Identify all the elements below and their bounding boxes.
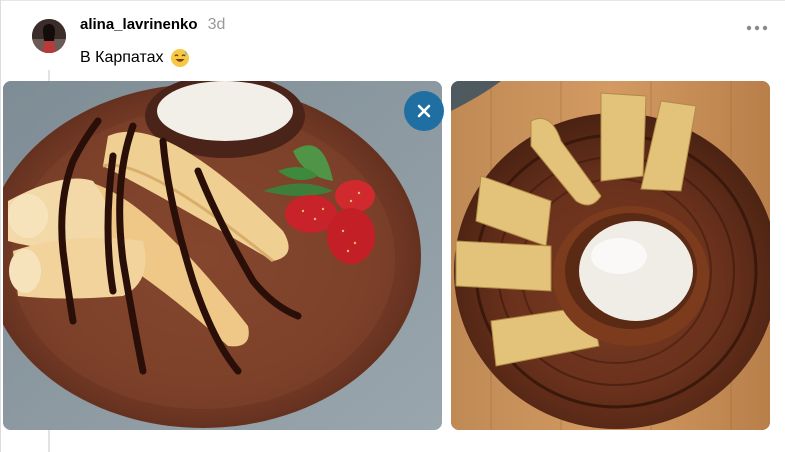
avatar[interactable] (32, 19, 66, 53)
emoji-icon (170, 48, 190, 68)
username[interactable]: alina_lavrinenko (80, 16, 198, 33)
close-button[interactable] (404, 91, 444, 131)
post-time[interactable]: 3d (208, 16, 226, 34)
pancakes-chocolate-photo[interactable] (3, 81, 442, 430)
post-header: alina_lavrinenko 3d (80, 16, 225, 38)
avatar-image (32, 19, 66, 53)
post-container: alina_lavrinenko 3d В Карпатах (0, 0, 785, 452)
post-caption: В Карпатах (80, 48, 190, 68)
close-icon (417, 104, 431, 118)
left-edge-divider (0, 0, 1, 452)
top-divider (0, 0, 785, 1)
more-horizontal-icon[interactable] (744, 18, 772, 38)
caption-text: В Карпатах (80, 49, 164, 66)
pancakes-sour-cream-photo[interactable] (451, 81, 770, 430)
